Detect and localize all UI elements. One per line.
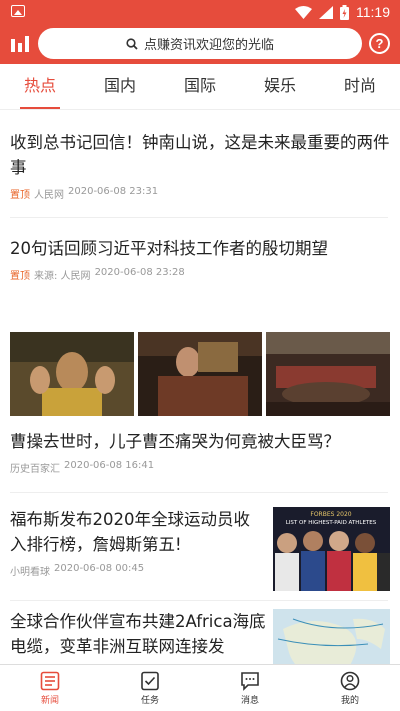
article-source: 小明看球	[10, 567, 50, 578]
pinned-tag: 置顶	[10, 271, 30, 282]
nav-tasks[interactable]: 任务	[100, 665, 200, 711]
tab-domestic[interactable]: 国内	[80, 64, 160, 109]
article-image	[266, 332, 390, 416]
article-meta: 小明看球 2020-06-08 00:45	[10, 563, 266, 578]
message-icon	[241, 671, 259, 691]
article-source: 来源: 人民网	[34, 271, 91, 282]
article-time: 2020-06-08 00:45	[54, 563, 145, 574]
nav-label: 任务	[140, 695, 159, 706]
search-placeholder: 点赚资讯欢迎您的光临	[143, 38, 274, 53]
article-image	[138, 332, 262, 416]
nav-label: 我的	[340, 695, 359, 706]
tab-entertainment[interactable]: 娱乐	[240, 64, 320, 109]
thumbnail-caption-1: FORBES 2020	[310, 511, 351, 518]
gallery-notification-icon	[11, 5, 25, 17]
list-item[interactable]: 20句话回顾习近平对科技工作者的殷切期望 置顶 来源: 人民网 2020-06-…	[10, 236, 390, 282]
article-title: 福布斯发布2020年全球运动员收入排行榜，詹姆斯第五!	[10, 510, 250, 554]
task-icon	[141, 671, 159, 690]
bottom-navigation: 新闻 任务 消息 我的	[0, 664, 400, 711]
article-title: 收到总书记回信！钟南山说，这是未来最重要的两件事	[10, 133, 390, 177]
search-icon	[126, 37, 138, 50]
article-time: 2020-06-08 23:31	[68, 186, 159, 197]
article-thumbnail	[273, 609, 390, 664]
tab-hot[interactable]: 热点	[0, 64, 80, 109]
nav-profile[interactable]: 我的	[300, 665, 400, 711]
signal-icon	[319, 5, 333, 19]
divider	[10, 600, 388, 601]
status-indicators: 11:19	[295, 3, 390, 21]
article-time: 2020-06-08 16:41	[64, 460, 155, 471]
search-input[interactable]: 点赚资讯欢迎您的光临	[38, 28, 362, 59]
tab-fashion[interactable]: 时尚	[320, 64, 400, 109]
status-bar: 11:19	[0, 0, 400, 24]
battery-icon	[340, 4, 349, 20]
wifi-icon	[295, 5, 312, 19]
app-header: 点赚资讯欢迎您的光临 ?	[0, 24, 400, 64]
clock: 11:19	[356, 4, 390, 20]
profile-icon	[340, 671, 360, 690]
list-item[interactable]: 收到总书记回信！钟南山说，这是未来最重要的两件事 置顶 人民网 2020-06-…	[10, 130, 390, 201]
article-title: 全球合作伙伴宣布共建2Africa海底电缆，变革非洲互联网连接发	[10, 612, 266, 656]
article-title: 曹操去世时，儿子曹丕痛哭为何竟被大臣骂？	[10, 432, 340, 451]
article-time: 2020-06-08 23:28	[94, 267, 185, 278]
article-source: 人民网	[34, 190, 64, 201]
news-icon	[40, 671, 60, 690]
article-meta: 置顶 来源: 人民网 2020-06-08 23:28	[10, 267, 390, 282]
list-item[interactable]: 曹操去世时，儿子曹丕痛哭为何竟被大臣骂？ 历史百家汇 2020-06-08 16…	[10, 332, 390, 475]
list-item[interactable]: 福布斯发布2020年全球运动员收入排行榜，詹姆斯第五! 小明看球 2020-06…	[10, 507, 390, 597]
article-meta: 历史百家汇 2020-06-08 16:41	[10, 460, 390, 475]
article-image	[10, 332, 134, 416]
divider	[10, 217, 388, 218]
tab-international[interactable]: 国际	[160, 64, 240, 109]
nav-label: 消息	[240, 695, 259, 706]
article-source: 历史百家汇	[10, 464, 60, 475]
article-title: 20句话回顾习近平对科技工作者的殷切期望	[10, 239, 328, 258]
thumbnail-caption-2: LIST OF HIGHEST-PAID ATHLETES	[286, 520, 377, 526]
article-thumbnail: FORBES 2020 LIST OF HIGHEST-PAID ATHLETE…	[273, 507, 390, 591]
bar-chart-icon[interactable]	[10, 34, 30, 52]
nav-messages[interactable]: 消息	[200, 665, 300, 711]
category-tabs: 热点 国内 国际 娱乐 时尚	[0, 64, 400, 110]
help-icon[interactable]: ?	[369, 33, 390, 54]
article-image-row	[10, 332, 390, 416]
nav-news[interactable]: 新闻	[0, 665, 100, 711]
divider	[10, 492, 388, 493]
pinned-tag: 置顶	[10, 190, 30, 201]
list-item[interactable]: 全球合作伙伴宣布共建2Africa海底电缆，变革非洲互联网连接发	[10, 609, 390, 664]
nav-label: 新闻	[40, 695, 59, 706]
news-feed: 收到总书记回信！钟南山说，这是未来最重要的两件事 置顶 人民网 2020-06-…	[0, 112, 400, 664]
article-meta: 置顶 人民网 2020-06-08 23:31	[10, 186, 390, 201]
